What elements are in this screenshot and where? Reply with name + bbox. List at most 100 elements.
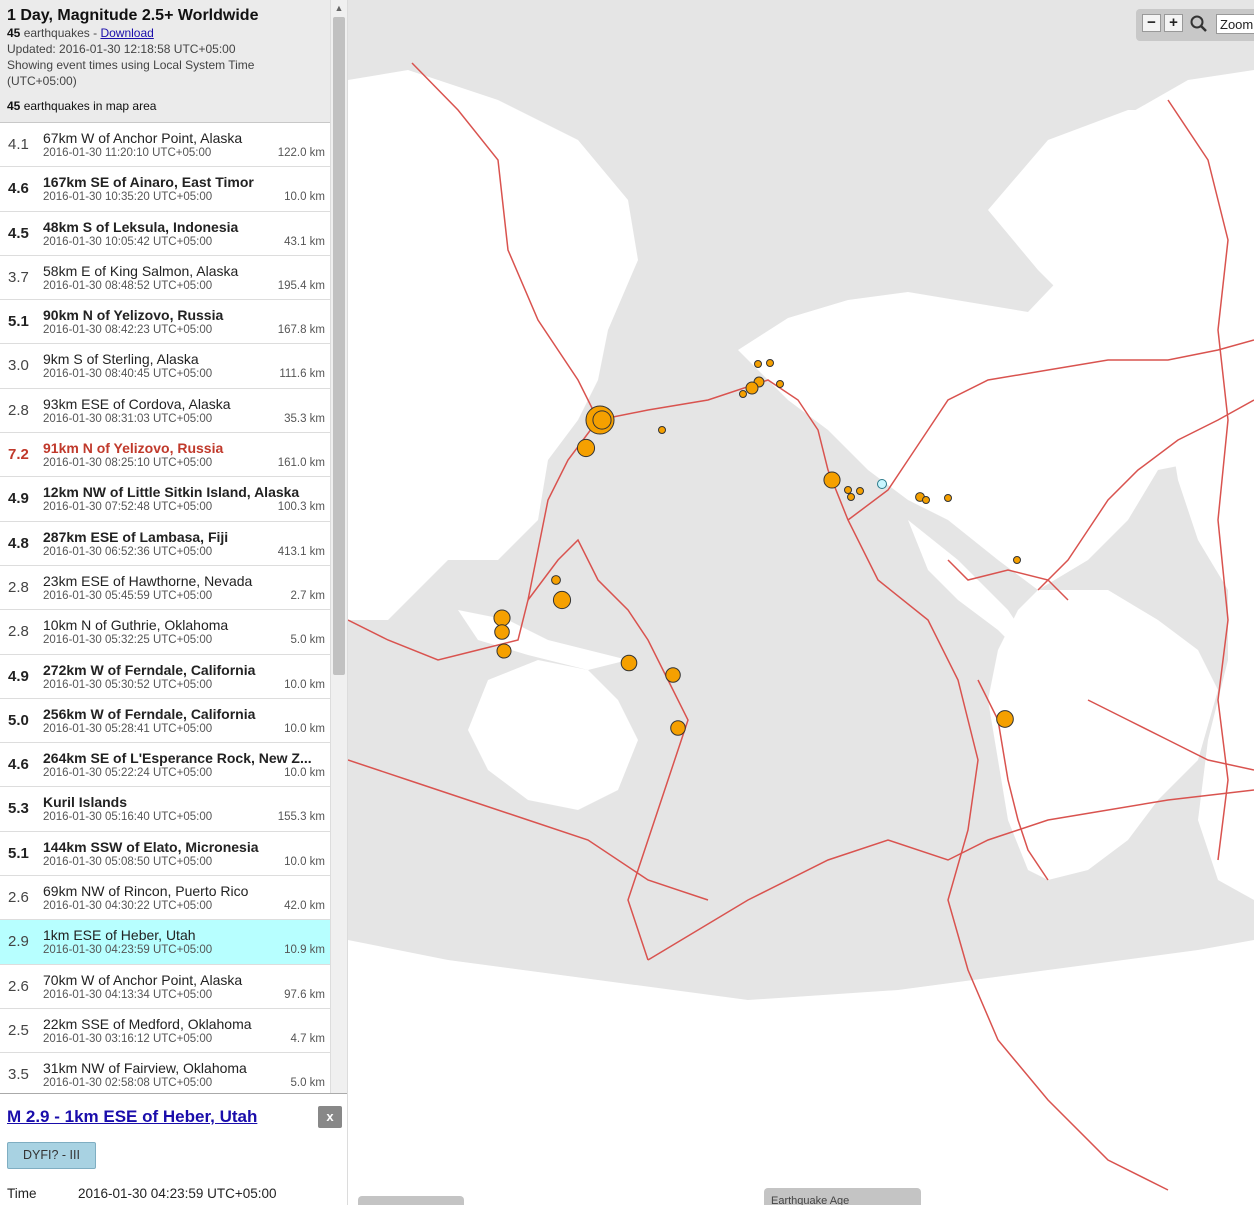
earthquake-list-item[interactable]: 4.6 264km SE of L'Esperance Rock, New Z..… bbox=[0, 743, 330, 788]
earthquake-list-item[interactable]: 4.9 272km W of Ferndale, California 2016-0… bbox=[0, 654, 330, 699]
updated-timestamp: Updated: 2016-01-30 12:18:58 UTC+05:00 bbox=[7, 42, 236, 56]
earthquake-marker[interactable] bbox=[552, 590, 572, 610]
earthquake-time: 2016-01-30 10:35:20 UTC+05:00 bbox=[43, 191, 213, 204]
detail-time-label: Time bbox=[7, 1186, 37, 1201]
earthquake-list-item[interactable]: 5.3 Kuril Islands 2016-01-30 05:16:40 UTC+… bbox=[0, 787, 330, 832]
earthquake-magnitude: 5.1 bbox=[8, 844, 29, 862]
earthquake-list-item[interactable]: 4.1 67km W of Anchor Point, Alaska 2016-01… bbox=[0, 123, 330, 168]
earthquake-list-item[interactable]: 7.2 91km N of Yelizovo, Russia 2016-01-30 … bbox=[0, 433, 330, 478]
earthquake-depth: 10.0 km bbox=[284, 722, 325, 735]
earthquake-list-item[interactable]: 2.8 10km N of Guthrie, Oklahoma 2016-01-30… bbox=[0, 610, 330, 655]
earthquake-list-item[interactable]: 4.5 48km S of Leksula, Indonesia 2016-01-3… bbox=[0, 211, 330, 256]
scrollbar-thumb[interactable] bbox=[333, 17, 345, 675]
earthquake-list-item[interactable]: 3.5 31km NW of Fairview, Oklahoma 2016-01-… bbox=[0, 1053, 330, 1093]
earthquake-time: 2016-01-30 05:22:24 UTC+05:00 bbox=[43, 767, 213, 780]
earthquake-marker[interactable] bbox=[847, 493, 855, 501]
earthquake-list-item[interactable]: 2.6 69km NW of Rincon, Puerto Rico 2016-01… bbox=[0, 876, 330, 921]
download-link[interactable]: Download bbox=[100, 26, 153, 40]
earthquake-magnitude: 2.6 bbox=[8, 977, 29, 995]
earthquake-time: 2016-01-30 08:40:45 UTC+05:00 bbox=[43, 368, 213, 381]
earthquake-time: 2016-01-30 08:31:03 UTC+05:00 bbox=[43, 412, 213, 425]
earthquake-list-item[interactable]: 2.6 70km W of Anchor Point, Alaska 2016-01… bbox=[0, 964, 330, 1009]
earthquake-magnitude: 2.8 bbox=[8, 401, 29, 419]
earthquake-marker[interactable] bbox=[823, 471, 841, 489]
earthquake-time: 2016-01-30 08:48:52 UTC+05:00 bbox=[43, 279, 213, 292]
magnifier-icon[interactable] bbox=[1188, 14, 1210, 34]
earthquake-depth: 4.7 km bbox=[290, 1032, 325, 1045]
time-zone-offset: (UTC+05:00) bbox=[7, 74, 77, 88]
earthquake-list-item[interactable]: 2.8 23km ESE of Hawthorne, Nevada 2016-01-… bbox=[0, 565, 330, 611]
earthquake-marker[interactable] bbox=[922, 496, 930, 504]
earthquake-list-item[interactable]: 4.8 287km ESE of Lambasa, Fiji 2016-01-30 … bbox=[0, 521, 330, 566]
earthquake-list-item[interactable]: 2.5 22km SSE of Medford, Oklahoma 2016-01-… bbox=[0, 1008, 330, 1054]
earthquake-depth: 10.0 km bbox=[284, 855, 325, 868]
map-view[interactable]: − + Earthquake Age bbox=[348, 0, 1254, 1205]
earthquake-count-suffix: earthquakes - bbox=[23, 26, 98, 40]
earthquake-list-item[interactable]: 2.8 93km ESE of Cordova, Alaska 2016-01-30… bbox=[0, 388, 330, 434]
earthquake-place: 287km ESE of Lambasa, Fiji bbox=[43, 528, 229, 545]
earthquake-age-legend-tab[interactable]: Earthquake Age bbox=[764, 1188, 921, 1205]
time-zone-note: Showing event times using Local System T… bbox=[7, 58, 255, 72]
zoom-out-button[interactable]: − bbox=[1142, 14, 1161, 32]
earthquake-marker[interactable] bbox=[739, 390, 747, 398]
earthquake-marker[interactable] bbox=[670, 720, 686, 736]
earthquake-marker[interactable] bbox=[996, 710, 1014, 728]
earthquake-marker[interactable] bbox=[496, 643, 512, 659]
legend-tab[interactable] bbox=[358, 1196, 464, 1205]
detail-title-link[interactable]: M 2.9 - 1km ESE of Heber, Utah bbox=[7, 1107, 257, 1127]
earthquake-marker[interactable] bbox=[658, 426, 666, 434]
dyfi-button[interactable]: DYFI? - III bbox=[7, 1142, 96, 1169]
earthquake-list-item[interactable]: 3.7 58km E of King Salmon, Alaska 2016-01-… bbox=[0, 255, 330, 301]
earthquake-list-item[interactable]: 5.0 256km W of Ferndale, California 2016-0… bbox=[0, 698, 330, 744]
earthquake-time: 2016-01-30 07:52:48 UTC+05:00 bbox=[43, 501, 213, 514]
earthquake-place: 93km ESE of Cordova, Alaska bbox=[43, 395, 231, 412]
earthquake-marker[interactable] bbox=[592, 410, 612, 430]
zoom-input[interactable] bbox=[1216, 14, 1254, 34]
earthquake-list-item[interactable]: 3.0 9km S of Sterling, Alaska 2016-01-30 0… bbox=[0, 344, 330, 389]
earthquake-list-item[interactable]: 5.1 90km N of Yelizovo, Russia 2016-01-30 … bbox=[0, 300, 330, 345]
close-detail-button[interactable]: x bbox=[318, 1106, 342, 1128]
earthquake-marker[interactable] bbox=[665, 667, 681, 683]
earthquake-place: 70km W of Anchor Point, Alaska bbox=[43, 971, 243, 988]
earthquake-place: 91km N of Yelizovo, Russia bbox=[43, 440, 224, 457]
list-scrollbar[interactable]: ▲ bbox=[330, 0, 347, 1093]
earthquake-list-item[interactable]: 2.9 1km ESE of Heber, Utah 2016-01-30 04:2… bbox=[0, 920, 330, 965]
earthquake-magnitude: 5.1 bbox=[8, 313, 29, 331]
earthquake-time: 2016-01-30 05:32:25 UTC+05:00 bbox=[43, 634, 213, 647]
zoom-controls: − + bbox=[1136, 9, 1254, 41]
earthquake-marker[interactable] bbox=[776, 380, 784, 388]
earthquake-marker[interactable] bbox=[493, 609, 511, 627]
sidebar: 1 Day, Magnitude 2.5+ Worldwide 45 earth… bbox=[0, 0, 347, 1205]
earthquake-magnitude: 4.9 bbox=[8, 667, 29, 685]
earthquake-marker[interactable] bbox=[494, 624, 510, 640]
earthquake-list-item[interactable]: 4.9 12km NW of Little Sitkin Island, Alas… bbox=[0, 477, 330, 522]
earthquake-marker[interactable] bbox=[944, 494, 952, 502]
earthquake-list-item[interactable]: 5.1 144km SSW of Elato, Micronesia 2016-01… bbox=[0, 831, 330, 877]
earthquake-magnitude: 2.6 bbox=[8, 889, 29, 907]
earthquake-marker[interactable] bbox=[766, 359, 774, 367]
earthquake-marker[interactable] bbox=[551, 575, 561, 585]
scroll-up-arrow-icon[interactable]: ▲ bbox=[331, 0, 347, 16]
earthquake-marker[interactable] bbox=[1013, 556, 1021, 564]
earthquake-time: 2016-01-30 11:20:10 UTC+05:00 bbox=[43, 147, 212, 159]
earthquake-place: 264km SE of L'Esperance Rock, New Z... bbox=[43, 750, 312, 767]
land-masses bbox=[348, 70, 1254, 1205]
earthquake-marker[interactable] bbox=[856, 487, 864, 495]
earthquake-list-item[interactable]: 4.6 167km SE of Ainaro, East Timor 2016-01… bbox=[0, 167, 330, 212]
earthquake-marker[interactable] bbox=[576, 438, 596, 458]
earthquake-marker[interactable] bbox=[844, 486, 852, 494]
selected-earthquake-marker[interactable] bbox=[877, 479, 887, 489]
earthquake-place: 90km N of Yelizovo, Russia bbox=[43, 307, 224, 324]
earthquake-magnitude: 2.8 bbox=[8, 578, 29, 596]
earthquake-marker[interactable] bbox=[754, 360, 762, 368]
earthquake-marker[interactable] bbox=[620, 654, 638, 672]
earthquake-place: 48km S of Leksula, Indonesia bbox=[43, 218, 239, 235]
earthquake-depth: 42.0 km bbox=[284, 900, 325, 913]
earthquake-marker[interactable] bbox=[745, 381, 759, 395]
map-canvas[interactable] bbox=[348, 0, 1254, 1205]
list-header: 1 Day, Magnitude 2.5+ Worldwide 45 earth… bbox=[0, 0, 330, 123]
zoom-in-button[interactable]: + bbox=[1164, 14, 1183, 32]
earthquake-magnitude: 4.1 bbox=[8, 136, 29, 153]
earthquake-depth: 5.0 km bbox=[290, 634, 325, 647]
earthquake-place: 67km W of Anchor Point, Alaska bbox=[43, 130, 243, 146]
